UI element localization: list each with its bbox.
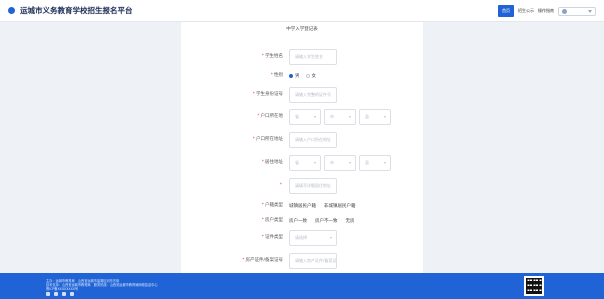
page-footer: 主办：运城市教育局 山西省运城市盐湖区河东东街 技术支持：山西省运城市教育局 服… [0, 273, 604, 299]
property-type-select[interactable]: 请选择 [289, 230, 337, 246]
nav-link-announcement[interactable]: 招生公示 [518, 8, 534, 14]
nav-link-guide[interactable]: 操作指南 [538, 8, 554, 14]
label-hukou-type: *户籍类型 [261, 203, 283, 208]
label-residence: *居住地址 [261, 160, 283, 165]
student-id-input[interactable]: 请输入完整的证件号 [289, 87, 337, 103]
user-menu[interactable] [558, 6, 596, 16]
footer-line-3: 晋ICP备XXXXXXXX号 [46, 287, 79, 291]
nav-home-button[interactable]: 首页 [498, 5, 514, 17]
label-property-type: *证件类型 [261, 235, 283, 240]
chevron-down-icon [314, 162, 316, 164]
security-icon[interactable] [70, 292, 74, 296]
row-gender: *性别 男 女 [181, 68, 423, 84]
radio-unchecked-icon [305, 74, 310, 78]
chevron-down-icon [349, 116, 351, 118]
row-student-name: *学生姓名 请输入学生姓名 [181, 49, 423, 65]
row-hukou-address: *户口所在地址 请输入户口所在地址 [181, 132, 423, 148]
top-nav: 首页 招生公示 操作指南 [498, 5, 596, 17]
gender-male-radio[interactable]: 男 [289, 73, 300, 79]
residence-detail-input[interactable]: 请填写详细居住地址 [289, 178, 337, 194]
top-header: 运城市义务教育学校招生报名平台 首页 招生公示 操作指南 [0, 0, 604, 22]
hukou-county-select[interactable]: 县 [359, 109, 391, 125]
hukou-address-input[interactable]: 请输入户口所在地址 [289, 132, 337, 148]
hukou-city-select[interactable]: 市 [324, 109, 356, 125]
row-residence-detail: * 请填写详细居住地址 [181, 178, 423, 194]
row-property-type: *证件类型 请选择 [181, 230, 423, 246]
chevron-down-icon [314, 116, 316, 118]
chevron-down-icon [330, 237, 332, 239]
hukou-type-options: 城镇居民户籍 非城镇居民户籍 [289, 198, 356, 214]
property-number-input[interactable]: 请输入房产证件/备案证号 [289, 253, 337, 269]
trust-seal-icon[interactable] [62, 292, 66, 296]
residence-county-select[interactable]: 县 [359, 155, 391, 171]
residence-province-select[interactable]: 省 [289, 155, 321, 171]
row-hukou-type: *户籍类型 城镇居民户籍 非城镇居民户籍 [181, 198, 423, 214]
hukou-type-nonurban-option[interactable]: 非城镇居民户籍 [324, 203, 356, 209]
label-property-number: *房产证件/备案证号 [242, 258, 283, 263]
label-residence-detail: * [279, 183, 282, 188]
form-title: 中学入学登记表 [286, 27, 318, 32]
label-hukou-address: *户口所在地址 [252, 137, 283, 142]
site-title: 运城市义务教育学校招生报名平台 [20, 6, 133, 15]
label-gender: *性别 [270, 73, 283, 78]
hukou-type-urban-option[interactable]: 城镇居民户籍 [289, 203, 316, 209]
gender-female-radio[interactable]: 女 [305, 73, 316, 79]
gov-site-icon[interactable] [54, 292, 58, 296]
household-type-options: 房户一致 房户不一致 无房 [289, 213, 355, 229]
label-student-name: *学生姓名 [261, 54, 283, 59]
row-hukou-location: *户口所在地 省 市 县 [181, 109, 423, 125]
label-household-type: *房户类型 [261, 218, 283, 223]
police-badge-icon[interactable] [46, 292, 50, 296]
hukou-province-select[interactable]: 省 [289, 109, 321, 125]
registration-form: 中学入学登记表 *学生姓名 请输入学生姓名 *性别 男 女 *学生身份证号 请输… [181, 22, 423, 273]
household-no-house-option[interactable]: 无房 [346, 218, 355, 224]
qr-code-icon [526, 278, 542, 294]
chevron-down-icon [588, 9, 592, 13]
chevron-down-icon [384, 116, 386, 118]
logo-icon [8, 7, 15, 14]
radio-checked-icon [289, 74, 293, 78]
row-household-type: *房户类型 房户一致 房户不一致 无房 [181, 213, 423, 229]
label-student-id: *学生身份证号 [252, 92, 283, 97]
household-consistent-option[interactable]: 房户一致 [289, 218, 307, 224]
chevron-down-icon [384, 162, 386, 164]
qr-code [524, 276, 544, 296]
label-hukou-location: *户口所在地 [257, 114, 283, 119]
row-property-number: *房产证件/备案证号 请输入房产证件/备案证号 [181, 253, 423, 269]
row-student-id: *学生身份证号 请输入完整的证件号 [181, 87, 423, 103]
student-name-input[interactable]: 请输入学生姓名 [289, 49, 337, 65]
footer-icons [46, 292, 74, 296]
residence-city-select[interactable]: 市 [324, 155, 356, 171]
chevron-down-icon [349, 162, 351, 164]
user-avatar-icon [562, 8, 567, 14]
household-inconsistent-option[interactable]: 房户不一致 [315, 218, 338, 224]
row-residence: *居住地址 省 市 县 [181, 155, 423, 171]
gender-radio-group: 男 女 [289, 68, 316, 84]
